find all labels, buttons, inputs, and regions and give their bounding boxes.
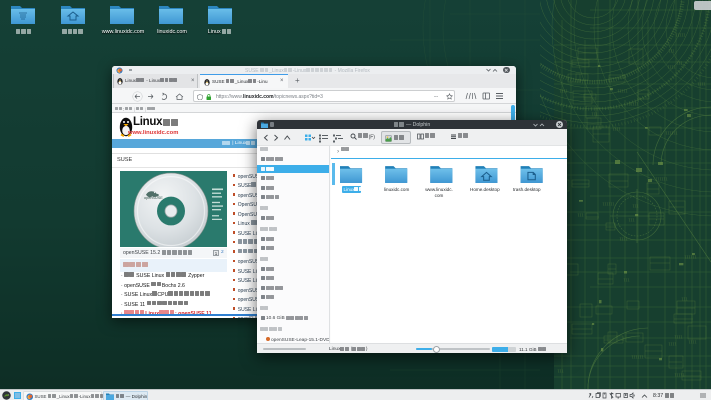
svg-text:openSUSE: openSUSE — [144, 196, 163, 200]
